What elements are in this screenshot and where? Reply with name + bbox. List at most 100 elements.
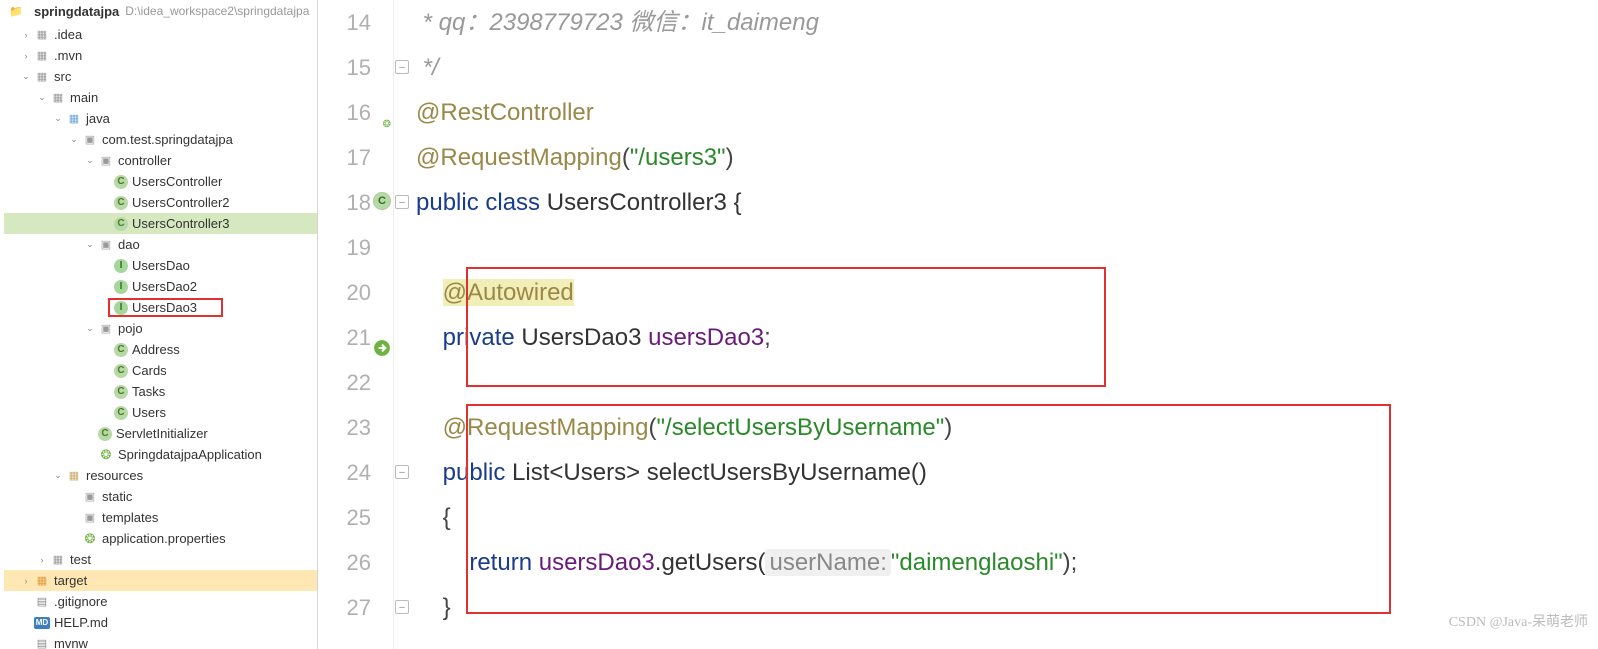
markdown-icon: MD — [34, 617, 50, 629]
tree-item-main[interactable]: ⌄ ▦ main — [4, 87, 317, 108]
chevron-right-icon: › — [20, 29, 32, 41]
tree-item-idea[interactable]: › ▦ .idea — [4, 24, 317, 45]
chevron-down-icon: ⌄ — [36, 92, 48, 104]
tree-item-gitignore[interactable]: ▤ .gitignore — [4, 591, 317, 612]
watermark-text: CSDN @Java-呆萌老师 — [1449, 600, 1588, 645]
code-editor[interactable]: 14 15 16 17 18 19 20 21 22 23 24 25 26 2… — [318, 0, 1598, 649]
tree-item-help[interactable]: MD HELP.md — [4, 612, 317, 633]
chevron-down-icon: ⌄ — [68, 134, 80, 146]
tree-item-test[interactable]: › ▦ test — [4, 549, 317, 570]
class-gutter-icon[interactable]: C — [373, 192, 391, 210]
tree-item-package[interactable]: ⌄ ▣ com.test.springdatajpa — [4, 129, 317, 150]
navigate-gutter-icon[interactable] — [373, 327, 391, 345]
chevron-down-icon: ⌄ — [84, 239, 96, 251]
package-icon: ▣ — [98, 237, 114, 253]
chevron-right-icon: › — [20, 575, 32, 587]
tree-item-servletinitializer[interactable]: C ServletInitializer — [4, 423, 317, 444]
package-icon: ▣ — [82, 510, 98, 526]
fold-toggle-icon[interactable]: – — [395, 60, 409, 74]
folder-icon: 📁 — [8, 3, 24, 19]
class-icon: C — [114, 175, 128, 189]
chevron-down-icon: ⌄ — [84, 155, 96, 167]
tree-item-usersdao3[interactable]: I UsersDao3 — [4, 297, 317, 318]
tree-item-users[interactable]: C Users — [4, 402, 317, 423]
tree-item-address[interactable]: C Address — [4, 339, 317, 360]
highlight-box-1 — [466, 267, 1106, 387]
fold-toggle-icon[interactable]: – — [395, 600, 409, 614]
line-number: 19 — [318, 225, 371, 270]
code-line — [416, 225, 1598, 270]
line-number: 14 — [318, 0, 371, 45]
class-icon: C — [114, 343, 128, 357]
folder-icon: ▦ — [50, 90, 66, 106]
tree-item-controller[interactable]: ⌄ ▣ controller — [4, 150, 317, 171]
class-icon: C — [114, 217, 128, 231]
tree-item-src[interactable]: ⌄ ▦ src — [4, 66, 317, 87]
line-number: 27 — [318, 585, 371, 630]
tree-item-springapp[interactable]: ❂ SpringdatajpaApplication — [4, 444, 317, 465]
line-number-gutter: 14 15 16 17 18 19 20 21 22 23 24 25 26 2… — [318, 0, 394, 649]
tree-item-mvn[interactable]: › ▦ .mvn — [4, 45, 317, 66]
spring-bean-gutter-icon[interactable]: ❂ — [373, 102, 391, 120]
source-folder-icon: ▦ — [66, 111, 82, 127]
project-name: springdatajpa — [34, 4, 119, 19]
class-icon: C — [114, 385, 128, 399]
code-line: * qq：2398779723 微信：it_daimeng — [416, 0, 1598, 45]
line-number: 15 — [318, 45, 371, 90]
fold-toggle-icon[interactable]: – — [395, 465, 409, 479]
class-icon: C — [114, 406, 128, 420]
line-number: 18 — [318, 180, 371, 225]
line-number: 25 — [318, 495, 371, 540]
spring-config-icon: ❂ — [82, 531, 98, 547]
tree-item-resources[interactable]: ⌄ ▦ resources — [4, 465, 317, 486]
tree-item-userscontroller3[interactable]: C UsersController3 — [4, 213, 317, 234]
excluded-folder-icon: ▦ — [34, 573, 50, 589]
chevron-right-icon: › — [36, 554, 48, 566]
class-icon: C — [114, 364, 128, 378]
line-number: 22 — [318, 360, 371, 405]
class-icon: C — [114, 196, 128, 210]
tree-item-properties[interactable]: ❂ application.properties — [4, 528, 317, 549]
tree-item-pojo[interactable]: ⌄ ▣ pojo — [4, 318, 317, 339]
chevron-down-icon: ⌄ — [52, 113, 64, 125]
tree-item-templates[interactable]: ▣ templates — [4, 507, 317, 528]
tree-item-usersdao2[interactable]: I UsersDao2 — [4, 276, 317, 297]
package-icon: ▣ — [82, 489, 98, 505]
line-number: 23 — [318, 405, 371, 450]
tree-item-usersdao[interactable]: I UsersDao — [4, 255, 317, 276]
project-path: D:\idea_workspace2\springdatajpa — [125, 4, 309, 18]
spring-icon: ❂ — [98, 447, 114, 463]
folder-icon: ▦ — [50, 552, 66, 568]
package-icon: ▣ — [98, 321, 114, 337]
project-tree: › ▦ .idea › ▦ .mvn ⌄ ▦ src ⌄ ▦ main ⌄ ▦ … — [0, 22, 317, 649]
line-number: 21 — [318, 315, 371, 360]
tree-item-java[interactable]: ⌄ ▦ java — [4, 108, 317, 129]
line-number: 17 — [318, 135, 371, 180]
project-root-row[interactable]: 📁 springdatajpa D:\idea_workspace2\sprin… — [0, 0, 317, 22]
tree-item-tasks[interactable]: C Tasks — [4, 381, 317, 402]
folder-icon: ▦ — [34, 69, 50, 85]
file-icon: ▤ — [34, 594, 50, 610]
chevron-down-icon: ⌄ — [20, 71, 32, 83]
chevron-down-icon: ⌄ — [84, 323, 96, 335]
project-tree-panel: 📁 springdatajpa D:\idea_workspace2\sprin… — [0, 0, 318, 649]
resources-folder-icon: ▦ — [66, 468, 82, 484]
highlight-box-2 — [466, 404, 1391, 614]
tree-item-cards[interactable]: C Cards — [4, 360, 317, 381]
file-icon: ▤ — [34, 636, 50, 649]
tree-item-userscontroller[interactable]: C UsersController — [4, 171, 317, 192]
chevron-right-icon: › — [20, 50, 32, 62]
tree-item-userscontroller2[interactable]: C UsersController2 — [4, 192, 317, 213]
line-number: 20 — [318, 270, 371, 315]
interface-icon: I — [114, 301, 128, 315]
folder-icon: ▦ — [34, 27, 50, 43]
fold-toggle-icon[interactable]: – — [395, 195, 409, 209]
code-line: @RestController — [416, 90, 1598, 135]
tree-item-static[interactable]: ▣ static — [4, 486, 317, 507]
tree-item-mvnw[interactable]: ▤ mvnw — [4, 633, 317, 649]
tree-item-dao[interactable]: ⌄ ▣ dao — [4, 234, 317, 255]
code-area[interactable]: * qq：2398779723 微信：it_daimeng */ @RestCo… — [412, 0, 1598, 649]
class-icon: C — [98, 427, 112, 441]
package-icon: ▣ — [82, 132, 98, 148]
tree-item-target[interactable]: › ▦ target — [4, 570, 317, 591]
